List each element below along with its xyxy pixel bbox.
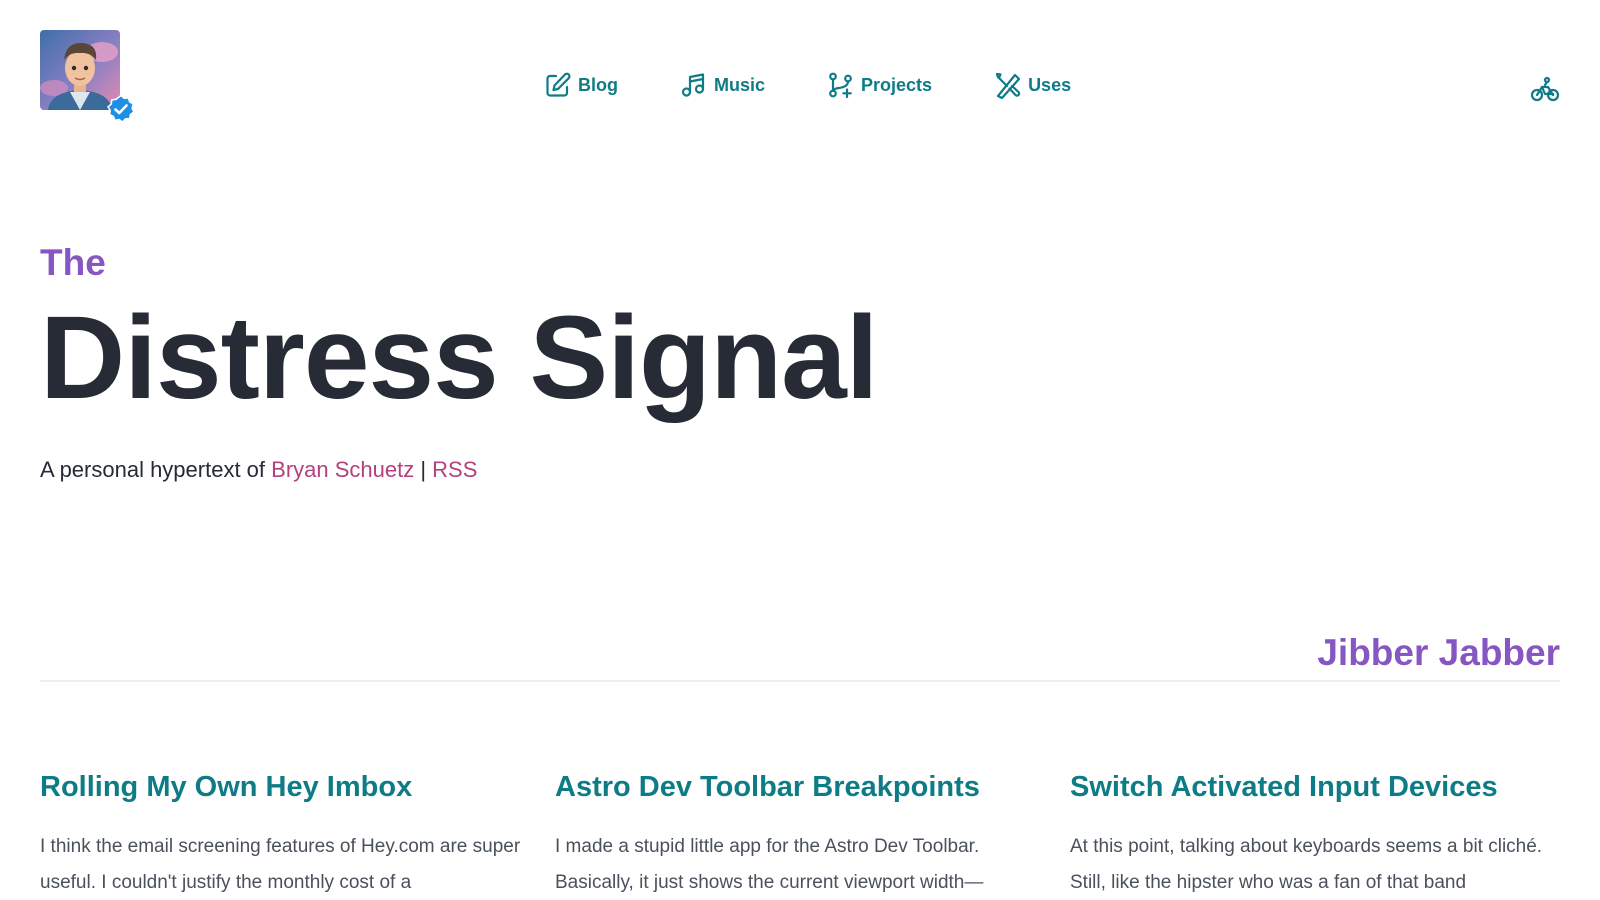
post-excerpt: At this point, talking about keyboards s… [1070,835,1543,893]
nav-label-blog: Blog [578,74,618,95]
music-note-icon [680,71,708,99]
main-nav: Blog Music Projects Uses [544,71,1071,99]
home-avatar-link[interactable] [40,30,135,123]
post-excerpt: I made a stupid little app for the Astro… [555,835,984,893]
hero-eyebrow: The [40,242,106,283]
hero-tagline: A personal hypertext of Bryan Schuetz | … [40,457,878,483]
tagline-prefix: A personal hypertext of [40,457,272,482]
post-excerpt: I think the email screening features of … [40,835,521,893]
tagline-separator: | [414,457,433,482]
post-title-link[interactable]: Astro Dev Toolbar Breakpoints [555,771,1045,804]
verified-badge-icon [107,94,135,123]
nav-link-music[interactable]: Music [680,71,765,99]
nav-label-music: Music [714,74,766,95]
bicycle-icon [1530,76,1560,102]
site-title: Distress Signal [40,292,879,424]
post-card: Switch Activated Input Devices At this p… [1070,771,1560,900]
rss-link[interactable]: RSS [432,457,477,482]
nav-link-blog[interactable]: Blog [544,71,618,99]
nav-label-projects: Projects [861,74,933,95]
post-list: Rolling My Own Hey Imbox I think the ema… [40,771,1560,900]
nav-label-uses: Uses [1028,74,1072,95]
page: Blog Music Projects Uses The Distress Si… [0,0,1600,900]
post-title-link[interactable]: Rolling My Own Hey Imbox [40,771,530,804]
nav-link-projects[interactable]: Projects [827,71,932,99]
site-header: Blog Music Projects Uses [40,0,1560,140]
git-branch-plus-icon [827,71,855,99]
section-header: Jibber Jabber [40,632,1560,682]
post-card: Astro Dev Toolbar Breakpoints I made a s… [555,771,1045,900]
hero: The Distress Signal A personal hypertext… [40,242,879,483]
pencil-square-icon [544,71,572,99]
post-title-link[interactable]: Switch Activated Input Devices [1070,771,1560,804]
post-card: Rolling My Own Hey Imbox I think the ema… [40,771,530,900]
section-title: Jibber Jabber [1317,632,1560,673]
tools-icon [994,71,1022,99]
nav-link-uses[interactable]: Uses [994,71,1071,99]
author-link[interactable]: Bryan Schuetz [271,457,414,482]
bike-link[interactable] [1530,75,1560,105]
